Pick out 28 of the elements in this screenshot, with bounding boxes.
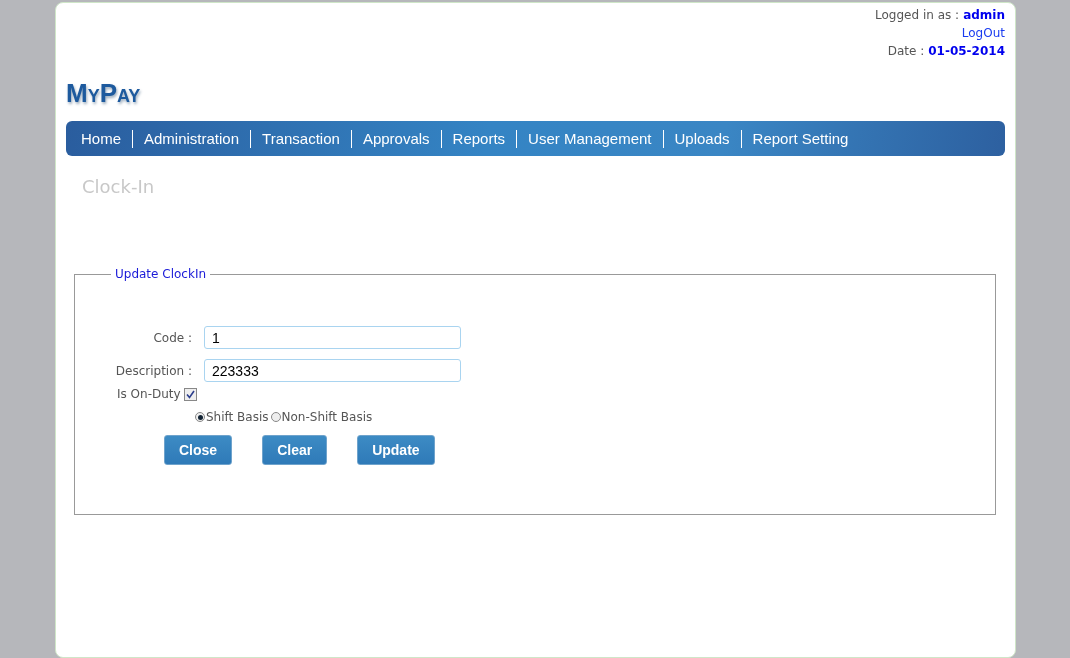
input-field[interactable]: 223333 [204,359,461,382]
action-button[interactable]: Close [164,435,233,465]
field-label: Code : [152,330,192,345]
nav-item[interactable]: Reports [440,129,517,148]
action-button[interactable]: Clear [262,435,328,465]
username: admin [963,8,1005,22]
logout-link[interactable]: LogOut [961,26,1005,40]
nav-item[interactable]: Report Setting [740,129,860,148]
panel-legend: Update ClockIn [111,267,211,281]
radio-label: Shift Basis [206,410,269,424]
field-label: Description : [114,363,192,378]
radio-button[interactable] [195,412,205,422]
logo: MyPay [66,78,142,109]
input-field[interactable]: 1 [204,326,461,349]
checkbox[interactable] [183,387,197,401]
nav-item[interactable]: Administration [132,129,251,148]
checkbox-label: Is On-Duty [117,387,181,401]
nav-item[interactable]: Transaction [250,129,351,148]
radio-label: Non-Shift Basis [281,410,373,424]
login-label: Logged in as : [875,8,960,22]
date-value: 01-05-2014 [928,44,1005,58]
nav-item[interactable]: Uploads [662,129,741,148]
action-button[interactable]: Update [357,435,435,465]
radio-button[interactable] [270,412,281,422]
nav-item[interactable]: User Management [516,129,663,148]
nav-item[interactable]: Home [70,129,132,148]
nav-item[interactable]: Approvals [350,129,441,148]
date-label: Date : [887,44,925,58]
